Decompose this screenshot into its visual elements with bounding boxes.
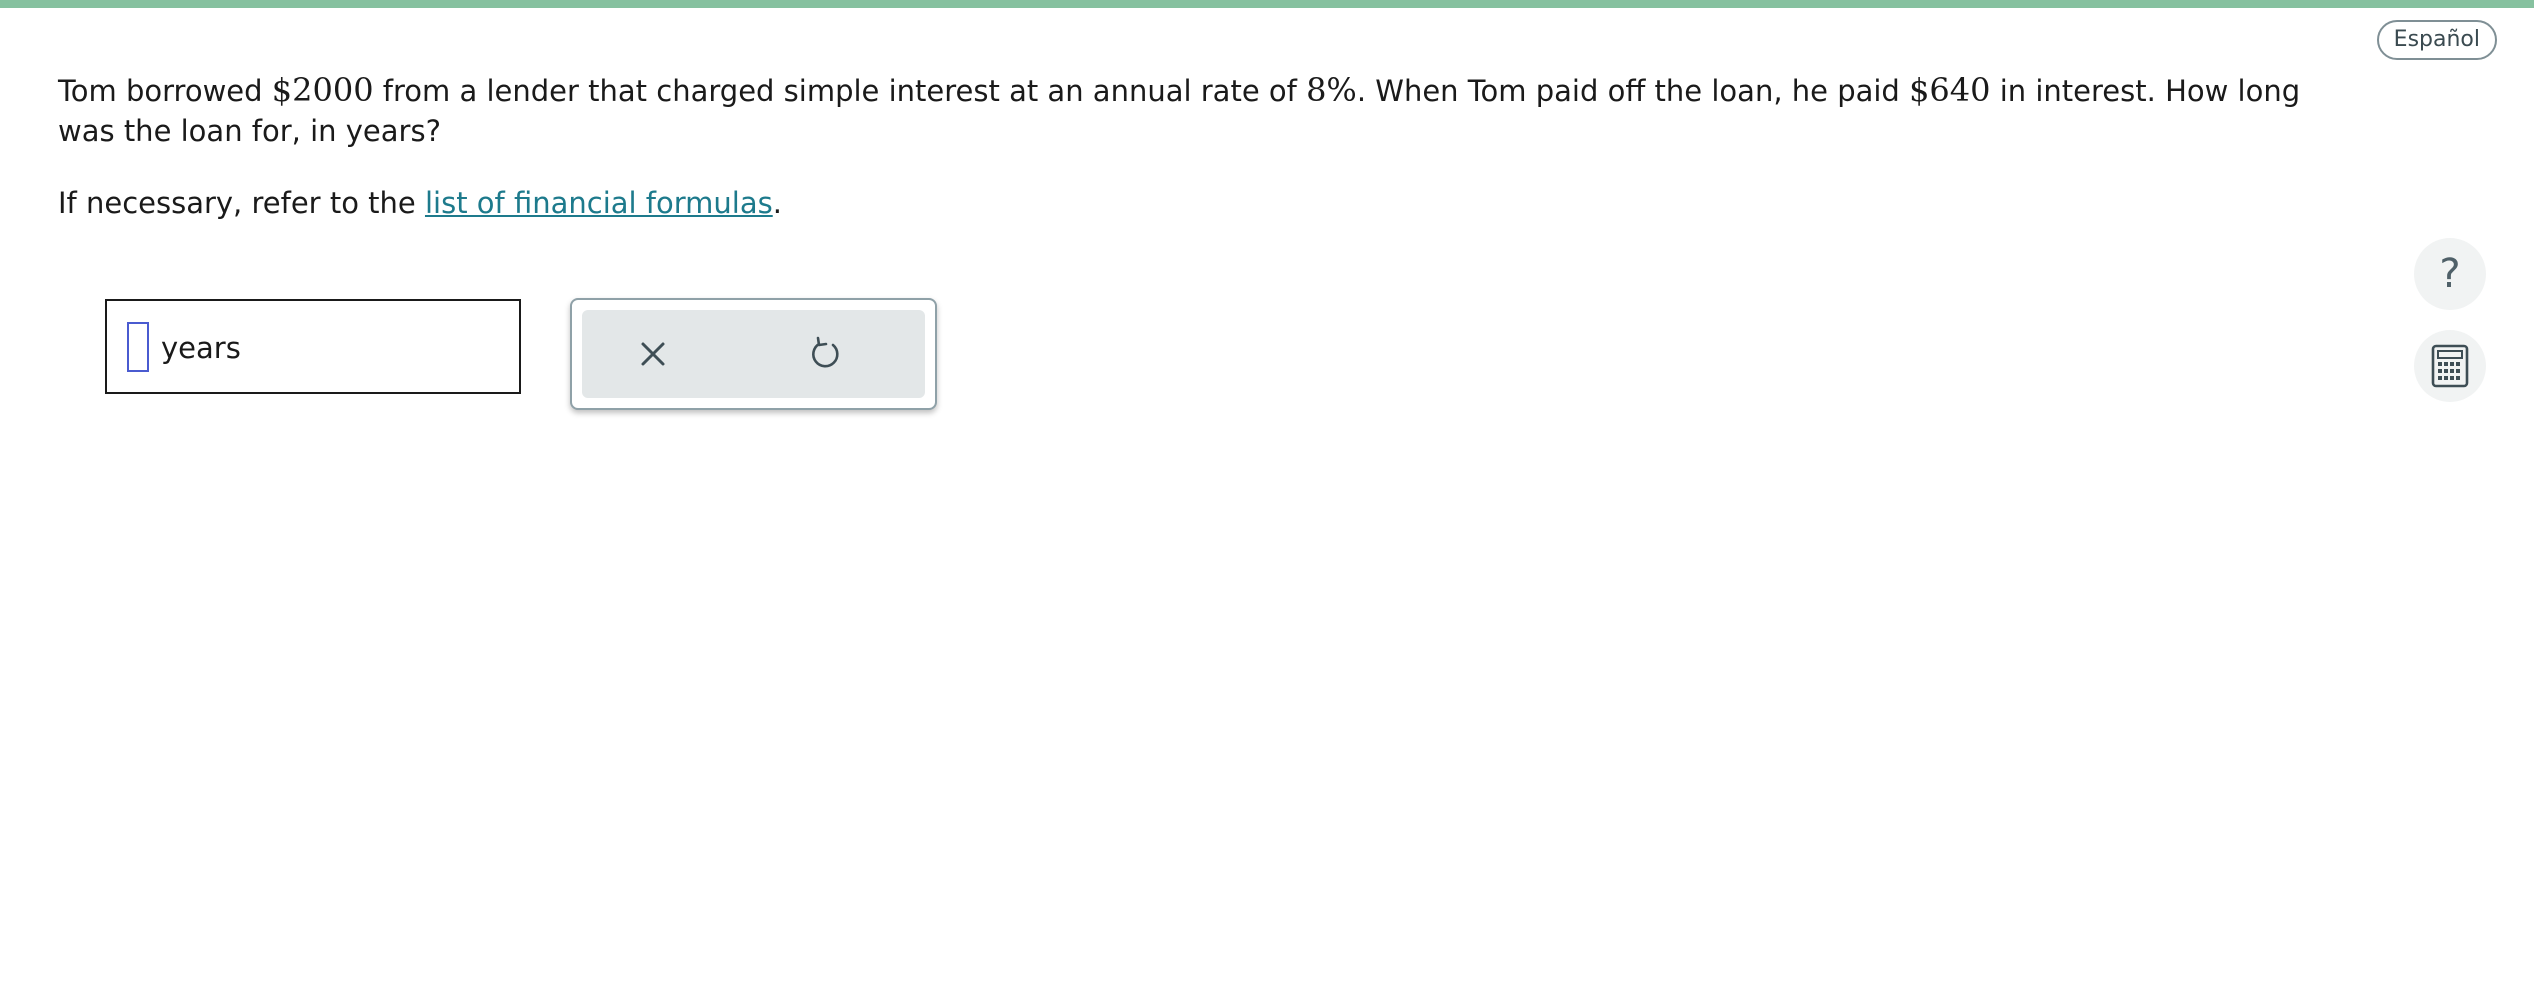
question-part-1: Tom borrowed (58, 74, 272, 108)
undo-button[interactable] (803, 332, 847, 376)
question-text: Tom borrowed $2000 from a lender that ch… (58, 70, 2308, 151)
reference-suffix: . (772, 186, 782, 220)
question-mark-icon: ? (2439, 251, 2461, 297)
reference-prefix: If necessary, refer to the (58, 186, 425, 220)
question-part-2: from a lender that charged simple intere… (373, 74, 1307, 108)
calculator-button[interactable] (2414, 330, 2486, 402)
language-toggle-button[interactable]: Español (2376, 20, 2497, 60)
answer-tools-bar (582, 310, 925, 398)
close-icon (641, 342, 665, 366)
answer-field[interactable]: years (105, 299, 521, 394)
principal-amount: $2000 (271, 71, 374, 109)
calculator-icon (2431, 344, 2469, 388)
question-part-3: . When Tom paid off the loan, he paid (1356, 74, 1910, 108)
help-button[interactable]: ? (2414, 238, 2486, 310)
financial-formulas-link[interactable]: list of financial formulas (425, 186, 773, 220)
interest-rate: 8% (1306, 71, 1357, 109)
formula-reference: If necessary, refer to the list of finan… (58, 183, 782, 223)
answer-tools-panel (570, 298, 937, 410)
answer-input[interactable] (127, 322, 149, 372)
interest-amount: $640 (1909, 71, 1991, 109)
undo-icon (812, 336, 839, 368)
top-accent-bar (0, 0, 2534, 8)
answer-unit-label: years (161, 331, 241, 365)
clear-button[interactable] (631, 332, 675, 376)
